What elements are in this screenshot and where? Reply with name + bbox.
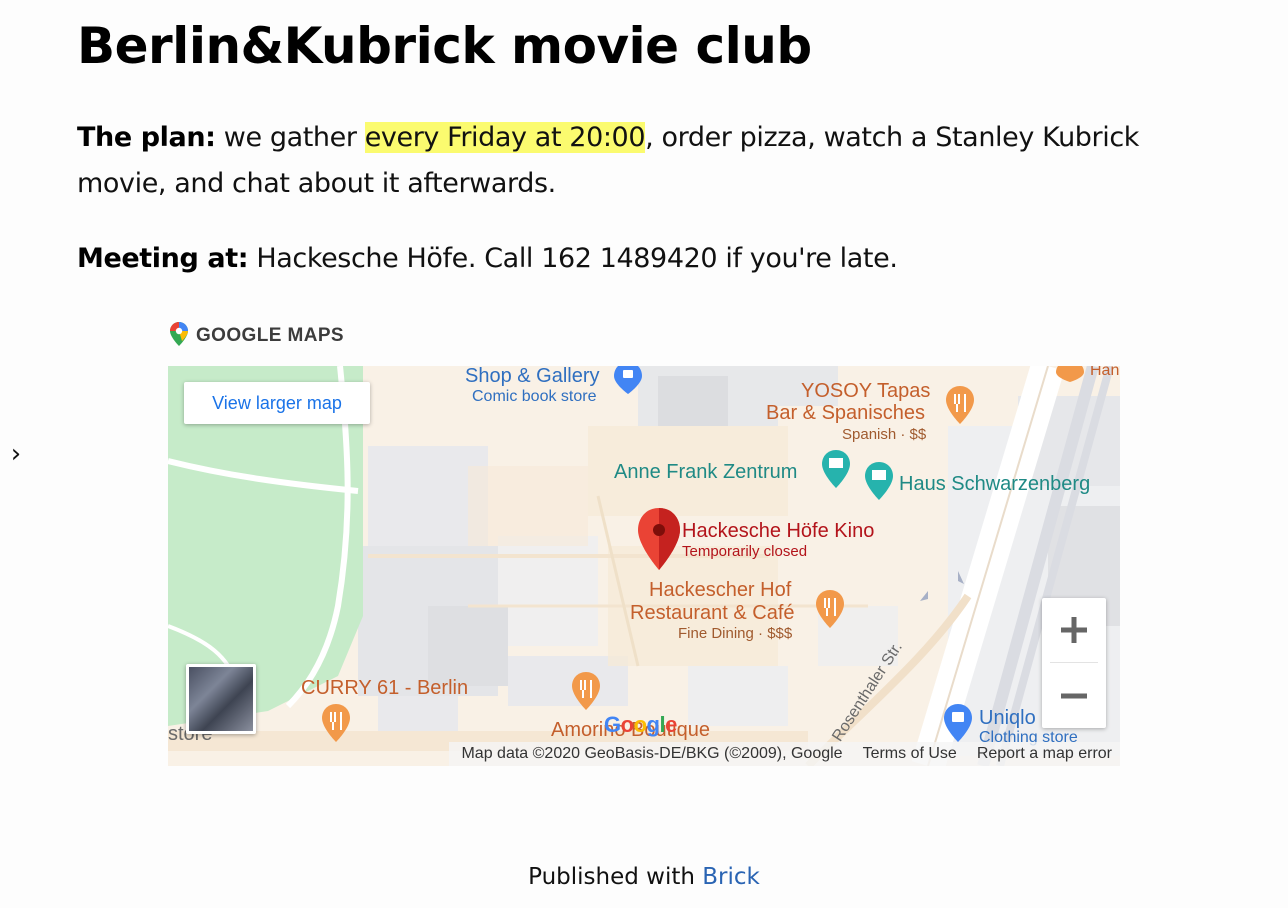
plan-highlight: every Friday at 20:00 <box>364 122 646 153</box>
map-attribution-bar: Map data ©2020 GeoBasis-DE/BKG (©2009), … <box>449 742 1120 766</box>
google-maps-pin-icon <box>170 322 188 350</box>
google-logo: Google <box>604 712 677 737</box>
zoom-in-button[interactable] <box>1042 598 1106 662</box>
map-data-attribution: Map data ©2020 GeoBasis-DE/BKG (©2009), … <box>461 745 843 762</box>
place-curry[interactable]: CURRY 61 - Berlin <box>301 678 468 699</box>
view-larger-map-button[interactable]: View larger map <box>184 382 370 424</box>
footer-prefix: Published with <box>528 864 703 890</box>
meeting-text: Hackesche Höfe. Call 162 1489420 if you'… <box>248 243 898 274</box>
place-hackescher-hof-line1[interactable]: Hackescher Hof <box>649 580 791 601</box>
meeting-label: Meeting at: <box>77 243 249 274</box>
plus-icon <box>1061 617 1087 643</box>
place-yosoy-line1[interactable]: YOSOY Tapas <box>801 381 930 402</box>
place-uniqlo[interactable]: Uniqlo <box>979 708 1036 729</box>
place-shop-gallery[interactable]: Shop & Gallery <box>465 366 600 387</box>
chevron-right-icon[interactable]: › <box>6 440 26 468</box>
terms-of-use-link[interactable]: Terms of Use <box>863 745 957 763</box>
place-hackescher-hof-sub: Fine Dining · $$$ <box>678 625 793 642</box>
plan-text-before: we gather <box>215 122 365 153</box>
zoom-control <box>1042 598 1106 728</box>
zoom-divider <box>1050 662 1098 663</box>
satellite-view-toggle[interactable] <box>186 664 256 734</box>
place-hackescher-hof-line2[interactable]: Restaurant & Café <box>630 603 795 624</box>
brick-link[interactable]: Brick <box>702 864 760 890</box>
place-han-partial: Han <box>1090 366 1120 379</box>
footer: Published with Brick <box>0 864 1288 890</box>
place-anne-frank[interactable]: Anne Frank Zentrum <box>614 462 797 483</box>
maps-embed-header: GOOGLE MAPS <box>170 322 344 350</box>
place-shop-gallery-sub: Comic book store <box>472 388 597 405</box>
place-yosoy-sub: Spanish · $$ <box>842 426 927 443</box>
place-schwarzenberg[interactable]: Haus Schwarzenberg <box>899 474 1090 495</box>
report-map-error-link[interactable]: Report a map error <box>977 745 1112 763</box>
place-kino[interactable]: Hackesche Höfe Kino <box>682 521 874 542</box>
plan-label: The plan: <box>77 122 216 153</box>
page-title: Berlin&Kubrick movie club <box>77 17 812 75</box>
zoom-out-button[interactable] <box>1042 664 1106 728</box>
maps-embed-title: GOOGLE MAPS <box>196 325 344 346</box>
map-embed[interactable]: Shop & Gallery Comic book store YOSOY Ta… <box>168 366 1120 766</box>
plan-paragraph: The plan: we gather every Friday at 20:0… <box>77 115 1202 207</box>
place-yosoy-line2[interactable]: Bar & Spanisches <box>766 403 925 424</box>
meeting-paragraph: Meeting at: Hackesche Höfe. Call 162 148… <box>77 236 1202 282</box>
place-kino-status: Temporarily closed <box>682 543 808 560</box>
minus-icon <box>1061 693 1087 699</box>
map-base-layer <box>168 366 1120 766</box>
